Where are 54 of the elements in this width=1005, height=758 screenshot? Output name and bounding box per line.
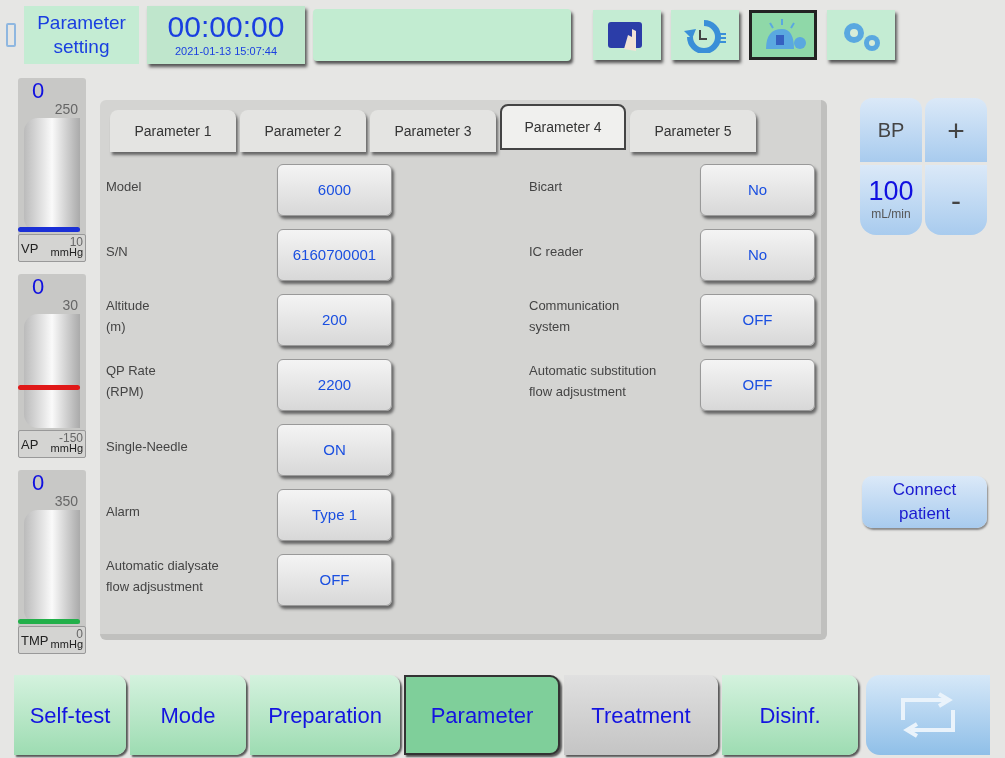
battery-icon xyxy=(6,23,16,47)
parameter-value-button[interactable]: OFF xyxy=(700,359,815,411)
pump-label: BP xyxy=(860,98,922,162)
nav-tab[interactable]: Disinf. xyxy=(722,675,858,755)
parameter-label: Bicart xyxy=(529,177,564,196)
parameter-value-button[interactable]: 200 xyxy=(277,294,392,346)
date-time: 2021-01-13 15:07:44 xyxy=(174,43,278,59)
gauge-max: 350 xyxy=(53,494,79,508)
parameter-value-button[interactable]: No xyxy=(700,164,815,216)
parameter-value-button[interactable]: OFF xyxy=(700,294,815,346)
parameter-value-button[interactable]: 6000 xyxy=(277,164,392,216)
parameter-label: Model xyxy=(106,177,143,196)
nav-tab[interactable]: Mode xyxy=(130,675,246,755)
parameter-label: Automatic substitution flow adjsustment xyxy=(529,362,658,401)
parameter-label: S/N xyxy=(106,242,129,261)
parameter-value-button[interactable]: Type 1 xyxy=(277,489,392,541)
pump-rate-unit: mL/min xyxy=(871,206,911,223)
decrease-button[interactable]: - xyxy=(925,165,987,235)
nav-tab[interactable]: Self-test xyxy=(14,675,126,755)
parameter-value-button[interactable]: 6160700001 xyxy=(277,229,392,281)
parameter-tab[interactable]: Parameter 1 xyxy=(110,110,236,152)
nav-tab[interactable]: Preparation xyxy=(250,675,400,755)
switch-button[interactable] xyxy=(866,675,990,755)
connect-patient-button[interactable]: Connect patient xyxy=(862,476,987,528)
gauge-max: 30 xyxy=(61,298,79,312)
parameter-label: QP Rate (RPM) xyxy=(106,362,157,401)
gauge-value: 0 xyxy=(32,472,45,494)
gauge-max: 250 xyxy=(53,102,79,116)
parameter-tab[interactable]: Parameter 4 xyxy=(500,104,626,150)
parameter-value-button[interactable]: 2200 xyxy=(277,359,392,411)
gauge-name: AP xyxy=(21,435,39,454)
timer: 00:00:00 xyxy=(167,10,285,43)
parameter-label: Automatic dialysate flow adjsustment xyxy=(106,557,220,596)
nav-tab[interactable]: Parameter xyxy=(404,675,560,755)
gauge-name: TMP xyxy=(21,631,49,650)
parameter-value-button[interactable]: No xyxy=(700,229,815,281)
increase-button[interactable]: + xyxy=(925,98,987,162)
gauge-value: 0 xyxy=(32,80,45,102)
gauge-value: 0 xyxy=(32,276,45,298)
screen-title: Parameter setting xyxy=(24,6,139,64)
parameter-label: Alarm xyxy=(106,502,141,521)
parameter-label: Communication system xyxy=(529,297,621,336)
parameter-tab[interactable]: Parameter 3 xyxy=(370,110,496,152)
parameter-tab[interactable]: Parameter 2 xyxy=(240,110,366,152)
toolbar-button[interactable] xyxy=(593,10,661,60)
parameter-tab[interactable]: Parameter 5 xyxy=(630,110,756,152)
toolbar-button[interactable] xyxy=(749,10,817,60)
gauge-name: VP xyxy=(21,239,39,258)
parameter-value-button[interactable]: OFF xyxy=(277,554,392,606)
parameter-label: IC reader xyxy=(529,242,585,261)
parameter-label: Single-Needle xyxy=(106,437,189,456)
parameter-label: Altitude (m) xyxy=(106,297,151,336)
parameter-value-button[interactable]: ON xyxy=(277,424,392,476)
pump-rate-value: 100 xyxy=(868,177,914,205)
